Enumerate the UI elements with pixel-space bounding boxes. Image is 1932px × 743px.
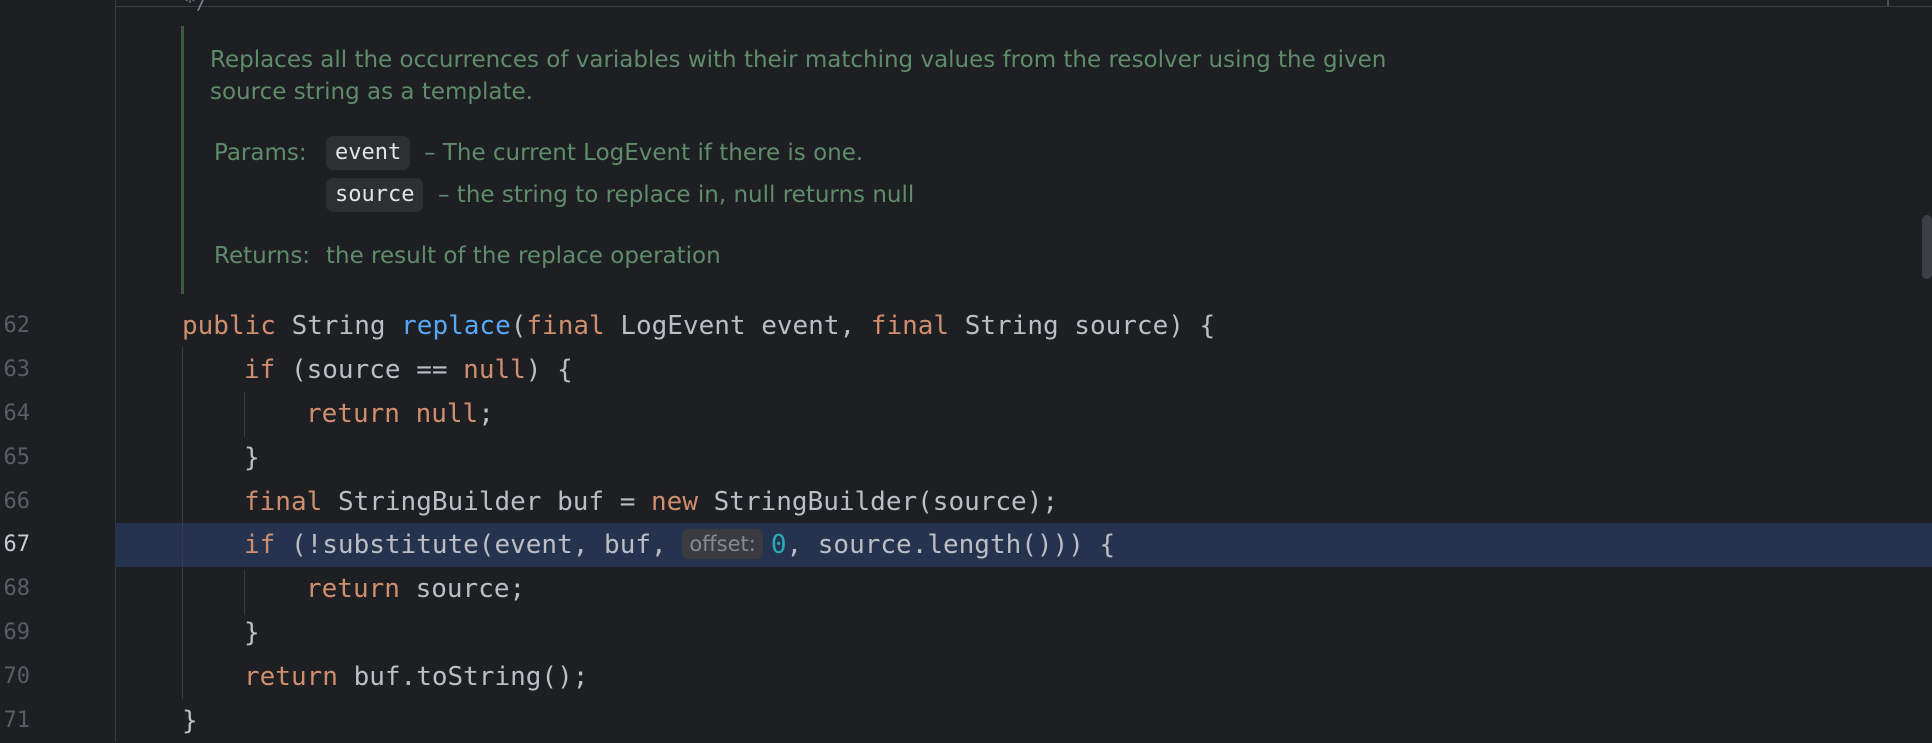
indent-guide [244, 392, 245, 437]
code-text: ) { [525, 355, 573, 385]
javadoc-side-bar [181, 26, 184, 294]
scrollbar-marker [1887, 0, 1889, 6]
code-text: StringBuilder buf = [337, 487, 636, 517]
number-literal: 0 [770, 530, 787, 560]
code-line-66[interactable]: final StringBuilder buf = new StringBuil… [244, 480, 1058, 524]
indent-guide [182, 347, 183, 699]
keyword: null [463, 355, 526, 385]
code-line-67[interactable]: if (!substitute(event, buf, offset: 0, so… [244, 523, 1115, 567]
closing-brace: } [244, 443, 260, 473]
keyword: new [651, 487, 698, 517]
line-number-active[interactable]: 67 [0, 523, 31, 567]
param-event-description: – The current LogEvent if there is one. [424, 140, 864, 166]
keyword: null [415, 399, 479, 429]
keyword: if [244, 530, 276, 560]
code-text: (source == [290, 355, 448, 385]
code-line-65[interactable]: } [244, 436, 260, 480]
param-tag-event: event [326, 136, 411, 170]
line-number[interactable]: 62 [0, 304, 31, 348]
javadoc-returns-description: the result of the replace operation [326, 243, 721, 269]
javadoc-description-line-2: source string as a template. [210, 79, 533, 105]
comment-end-fragment: */ [184, 0, 209, 14]
code-line-63[interactable]: if (source == null) { [244, 348, 573, 392]
code-text: StringBuilder(source); [713, 487, 1059, 517]
code-line-70[interactable]: return buf.toString(); [244, 655, 588, 699]
line-number[interactable]: 63 [0, 348, 31, 392]
closing-brace: } [182, 706, 198, 736]
javadoc-params-label: Params: [214, 140, 307, 166]
code-text: source; [415, 574, 526, 604]
line-number[interactable]: 66 [0, 480, 31, 524]
indent-guide [244, 570, 245, 615]
top-divider [115, 6, 1932, 7]
line-number[interactable]: 65 [0, 436, 31, 480]
code-text: ; [478, 399, 494, 429]
javadoc-returns-label: Returns: [214, 243, 311, 269]
code-text: String source) { [964, 311, 1216, 341]
keyword: return [306, 399, 400, 429]
keyword: return [244, 662, 338, 692]
keyword: public [182, 311, 276, 341]
code-line-62[interactable]: public String replace(final LogEvent eve… [182, 304, 1215, 348]
code-text: (!substitute(event, buf, [290, 530, 667, 560]
code-line-64[interactable]: return null; [306, 392, 494, 436]
code-text: buf.toString(); [353, 662, 589, 692]
parameter-name-hint[interactable]: offset: [682, 529, 763, 559]
line-number[interactable]: 69 [0, 611, 31, 655]
vertical-scrollbar-thumb[interactable] [1922, 215, 1932, 279]
param-tag-source: source [326, 178, 424, 212]
javadoc-description-line-1: Replaces all the occurrences of variable… [210, 47, 1387, 73]
code-text: String [291, 311, 386, 341]
code-text: LogEvent event, [620, 311, 856, 341]
method-name[interactable]: replace [401, 311, 511, 341]
line-number[interactable]: 71 [0, 699, 31, 743]
param-source-description: – the string to replace in, null returns… [438, 182, 915, 208]
keyword: final [526, 311, 605, 341]
code-line-68[interactable]: return source; [306, 567, 525, 611]
code-line-71[interactable]: } [182, 699, 198, 743]
line-number[interactable]: 70 [0, 655, 31, 699]
keyword: final [244, 487, 323, 517]
keyword: return [306, 574, 400, 604]
code-text: , source.length())) { [786, 530, 1116, 560]
code-text: ( [510, 311, 527, 341]
closing-brace: } [244, 618, 260, 648]
keyword: if [244, 355, 276, 385]
code-line-69[interactable]: } [244, 611, 260, 655]
line-number[interactable]: 64 [0, 392, 31, 436]
line-number[interactable]: 68 [0, 567, 31, 611]
keyword: final [870, 311, 950, 341]
